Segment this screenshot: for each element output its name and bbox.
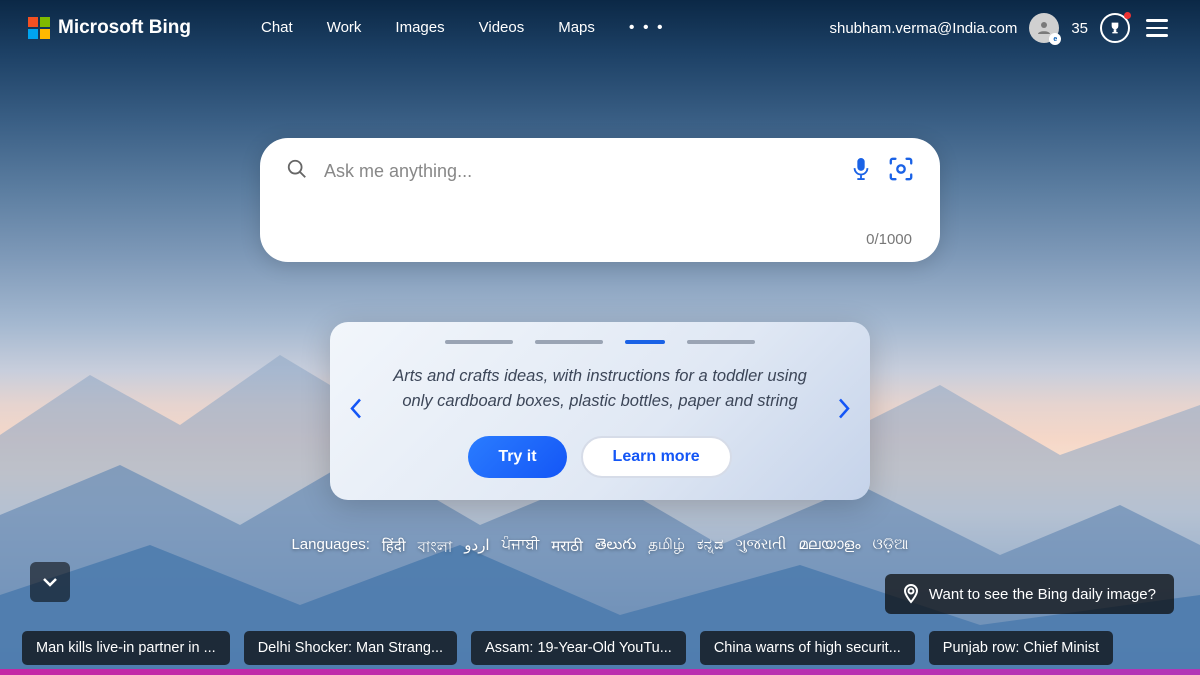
rewards-points[interactable]: 35 (1071, 20, 1088, 37)
page-root: Microsoft Bing Chat Work Images Videos M… (0, 0, 1200, 675)
location-pin-icon (903, 584, 919, 604)
search-icon (286, 158, 308, 185)
user-area: shubham.verma@India.com e 35 (830, 13, 1173, 43)
nav-videos[interactable]: Videos (479, 19, 525, 37)
language-link[interactable]: ગુજરાતી (736, 536, 787, 561)
bottom-accent-bar (0, 669, 1200, 675)
news-item[interactable]: Assam: 19-Year-Old YouTu... (471, 631, 686, 665)
nav-more-icon[interactable]: • • • (629, 19, 665, 37)
avatar[interactable]: e (1029, 13, 1059, 43)
user-email[interactable]: shubham.verma@India.com (830, 20, 1018, 37)
carousel-indicators (386, 340, 814, 344)
carousel-dot-3[interactable] (625, 340, 665, 344)
suggestion-card: Arts and crafts ideas, with instructions… (330, 322, 870, 500)
nav-work[interactable]: Work (327, 19, 362, 37)
nav-images[interactable]: Images (395, 19, 444, 37)
nav-chat[interactable]: Chat (261, 19, 293, 37)
language-label: Languages: (291, 536, 369, 561)
language-bar: Languages: हिंदी বাংলা اردو ਪੰਜਾਬੀ मराठी… (291, 536, 908, 561)
microphone-icon (850, 156, 872, 182)
expand-trending-button[interactable] (30, 562, 70, 602)
rewards-button[interactable] (1100, 13, 1130, 43)
carousel-dot-4[interactable] (687, 340, 755, 344)
carousel-next-button[interactable] (828, 388, 860, 433)
language-link[interactable]: ಕನ್ನಡ (697, 536, 724, 561)
language-link[interactable]: தமிழ் (648, 536, 685, 561)
image-search-button[interactable] (888, 156, 914, 187)
daily-image-text: Want to see the Bing daily image? (929, 586, 1156, 603)
chevron-down-icon (41, 573, 59, 591)
learn-more-button[interactable]: Learn more (581, 436, 732, 478)
news-item[interactable]: Punjab row: Chief Minist (929, 631, 1113, 665)
news-ticker: Man kills live-in partner in ... Delhi S… (0, 621, 1200, 675)
suggestion-text: Arts and crafts ideas, with instructions… (386, 364, 814, 414)
top-nav: Chat Work Images Videos Maps • • • (261, 19, 665, 37)
language-link[interactable]: తెలుగు (595, 536, 636, 561)
news-item[interactable]: Delhi Shocker: Man Strang... (244, 631, 457, 665)
carousel-dot-1[interactable] (445, 340, 513, 344)
nav-maps[interactable]: Maps (558, 19, 595, 37)
language-link[interactable]: മലയാളം (798, 536, 860, 561)
language-link[interactable]: हिंदी (382, 536, 406, 561)
logo[interactable]: Microsoft Bing (28, 17, 191, 39)
search-container: 0/1000 (260, 138, 940, 262)
microsoft-logo-icon (28, 17, 50, 39)
carousel-dot-2[interactable] (535, 340, 603, 344)
daily-image-prompt[interactable]: Want to see the Bing daily image? (885, 574, 1174, 614)
language-link[interactable]: বাংলা (418, 536, 453, 561)
language-link[interactable]: ਪੰਜਾਬੀ (502, 536, 540, 561)
voice-search-button[interactable] (850, 156, 872, 187)
chevron-right-icon (836, 396, 852, 420)
language-link[interactable]: اردو (464, 536, 489, 561)
hamburger-icon (1146, 19, 1168, 22)
carousel-prev-button[interactable] (340, 388, 372, 433)
chevron-left-icon (348, 396, 364, 420)
trophy-icon (1107, 20, 1123, 36)
camera-scan-icon (888, 156, 914, 182)
language-link[interactable]: मराठी (551, 536, 583, 561)
notification-dot-icon (1124, 12, 1131, 19)
brand-text: Microsoft Bing (58, 17, 191, 39)
language-link[interactable]: ଓଡ଼ିଆ (873, 536, 909, 561)
news-item[interactable]: Man kills live-in partner in ... (22, 631, 230, 665)
char-counter: 0/1000 (286, 231, 914, 248)
news-item[interactable]: China warns of high securit... (700, 631, 915, 665)
edge-badge-icon: e (1049, 33, 1061, 45)
search-input[interactable] (324, 161, 834, 182)
try-it-button[interactable]: Try it (468, 436, 566, 478)
header: Microsoft Bing Chat Work Images Videos M… (0, 0, 1200, 56)
menu-button[interactable] (1142, 15, 1172, 41)
search-box[interactable]: 0/1000 (260, 138, 940, 262)
